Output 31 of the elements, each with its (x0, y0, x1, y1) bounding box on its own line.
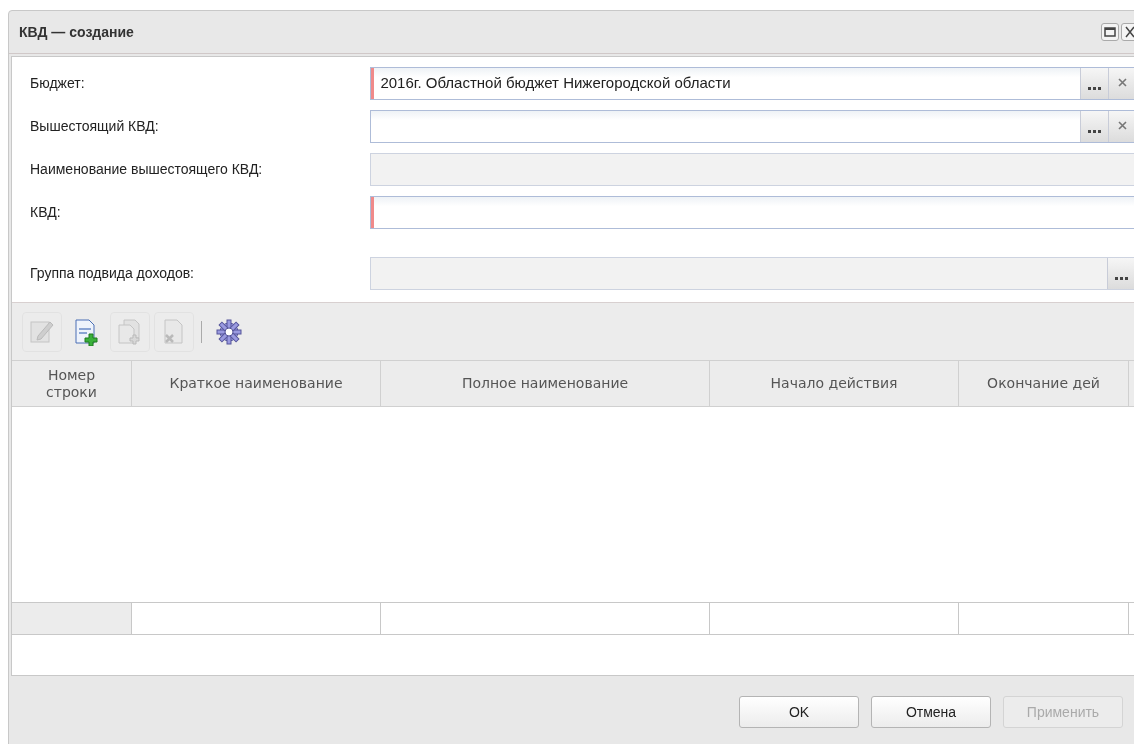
select-button[interactable] (1080, 111, 1108, 142)
add-document-icon (72, 317, 100, 346)
select-button[interactable] (1107, 258, 1134, 289)
dialog-button[interactable]: Отмена (871, 696, 991, 728)
column-header[interactable]: Начало действия (710, 361, 959, 406)
column-header[interactable]: Окончание дей (959, 361, 1129, 406)
field-label: Группа подвида доходов: (30, 264, 195, 283)
input-field[interactable] (370, 196, 1134, 229)
close-icon (1117, 78, 1127, 87)
select-button[interactable] (1080, 68, 1108, 99)
field-label: КВД: (30, 203, 62, 222)
input-field[interactable] (370, 110, 1134, 143)
column-header[interactable]: Краткое наименование (132, 361, 381, 406)
ellipsis-icon (1088, 87, 1101, 91)
window-title: КВД — создание (19, 22, 134, 42)
column-header[interactable]: Полное наименование (381, 361, 710, 406)
field-label: Вышестоящий КВД: (30, 117, 160, 136)
column-header[interactable]: Номер строки (12, 361, 132, 406)
field-value: 2016г. Областной бюджет Нижегородской области (379, 73, 732, 94)
close-icon (1117, 121, 1127, 130)
ellipsis-icon (1115, 277, 1128, 281)
dialog-button[interactable]: OK (739, 696, 859, 728)
input-field[interactable]: 2016г. Областной бюджет Нижегородской области (370, 67, 1134, 100)
readonly-field[interactable] (370, 153, 1134, 186)
maximize-button[interactable] (1101, 23, 1119, 41)
readonly-field[interactable] (370, 257, 1134, 290)
field-label: Наименование вышестоящего КВД: (30, 160, 264, 179)
close-button[interactable] (1121, 23, 1134, 41)
field-label: Бюджет: (30, 74, 86, 93)
settings-icon (215, 317, 243, 346)
ellipsis-icon (1088, 130, 1101, 134)
